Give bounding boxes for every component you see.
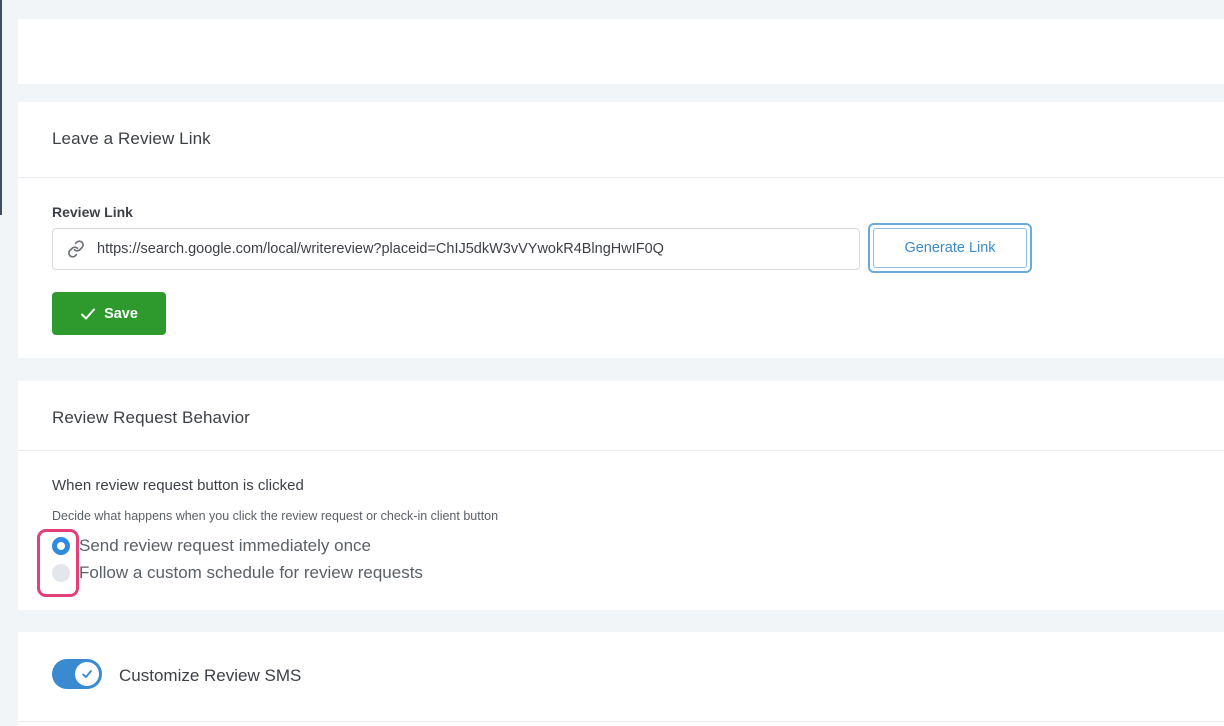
top-card	[18, 19, 1224, 84]
settings-page: Leave a Review Link Review Link https://…	[0, 0, 1224, 726]
behavior-subheading: When review request button is clicked	[52, 477, 304, 494]
save-label: Save	[104, 305, 138, 322]
card-divider	[18, 450, 1224, 451]
radio-option-immediate[interactable]: Send review request immediately once	[52, 536, 371, 556]
radio-label-custom-schedule: Follow a custom schedule for review requ…	[79, 563, 423, 582]
link-icon	[67, 240, 85, 258]
review-link-title: Leave a Review Link	[52, 129, 211, 148]
card-divider	[18, 721, 1224, 722]
window-edge	[0, 0, 2, 215]
generate-link-button[interactable]: Generate Link	[868, 223, 1032, 273]
radio-label-immediate: Send review request immediately once	[79, 536, 371, 555]
review-link-label: Review Link	[52, 204, 133, 220]
highlight-annotation	[37, 529, 79, 597]
check-icon	[80, 306, 96, 322]
card-divider	[18, 177, 1224, 178]
behavior-help-text: Decide what happens when you click the r…	[52, 509, 499, 523]
save-button[interactable]: Save	[52, 292, 166, 335]
toggle-knob	[75, 662, 99, 686]
review-link-card: Leave a Review Link Review Link https://…	[18, 102, 1224, 358]
customize-sms-card: Customize Review SMS	[18, 632, 1224, 726]
customize-sms-label: Customize Review SMS	[119, 666, 302, 685]
review-link-input[interactable]: https://search.google.com/local/writerev…	[52, 228, 860, 270]
radio-option-custom-schedule[interactable]: Follow a custom schedule for review requ…	[52, 563, 423, 583]
review-link-value: https://search.google.com/local/writerev…	[97, 241, 664, 257]
generate-link-label: Generate Link	[873, 228, 1027, 268]
behavior-title: Review Request Behavior	[52, 408, 250, 427]
customize-sms-toggle[interactable]	[52, 659, 102, 689]
review-request-behavior-card: Review Request Behavior When review requ…	[18, 381, 1224, 610]
check-icon	[82, 670, 92, 678]
